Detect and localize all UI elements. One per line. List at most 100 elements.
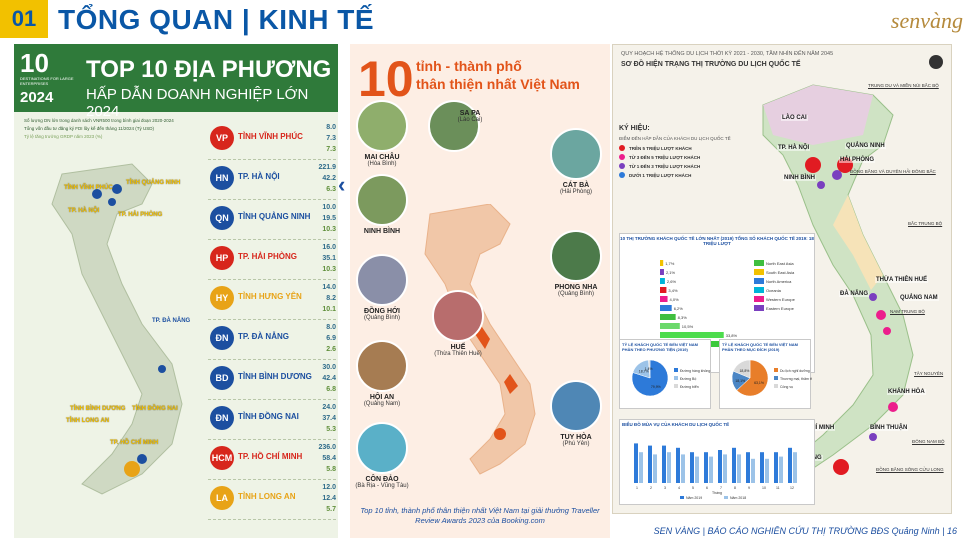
key-subtitle: ĐIỂM ĐẾN HẤP DẪN CỦA KHÁCH DU LỊCH QUỐC … (619, 136, 731, 141)
season-bar (653, 454, 657, 483)
place-card: NINH BÌNH (354, 174, 410, 235)
legend-swatch (754, 269, 764, 275)
chevron-left-icon: ‹ (338, 172, 346, 197)
rank-value: 24.0 (322, 404, 336, 411)
legend-label: Đường biển (680, 385, 699, 389)
map-marker (108, 198, 116, 206)
rank-list: VP TỈNH VĨNH PHÚC 8.0 7.3 7.3 HN TP. HÀ NỘ… (208, 120, 336, 520)
place-card: TUY HÒA (Phú Yên) (548, 380, 604, 447)
month-tick: 8 (734, 486, 736, 490)
key-label: TỪ 3 ĐẾN 5 TRIỆU LƯỢT KHÁCH (629, 154, 701, 160)
map-marker (137, 454, 147, 464)
season-bar (662, 445, 666, 483)
place-photo (432, 290, 484, 342)
legend-label: Western Europe (766, 297, 796, 302)
key-dot-icon (619, 163, 625, 169)
pie-transport: 79,9%18,7%1,4% Đường hàng khôngĐường BộĐư… (631, 359, 710, 397)
rank-value: 236.0 (318, 444, 336, 451)
province-emblem-icon: HCM (210, 446, 234, 470)
legend-label: Đường Bộ (680, 377, 696, 381)
rank-name: TỈNH QUẢNG NINH (238, 212, 311, 221)
rank-name: TP. HÀ NỘI (238, 172, 280, 181)
season-bar (667, 452, 671, 483)
province-emblem-icon: QN (210, 206, 234, 230)
market-bar (660, 323, 680, 329)
place-name: CÔN ĐẢO (365, 476, 399, 483)
mid-title: thân thiện nhất Việt Nam (416, 76, 580, 92)
map-place-label: QUẢNG NINH (845, 143, 886, 149)
place-card: CÔN ĐẢO (Bà Rịa - Vũng Tàu) (354, 422, 410, 489)
map-place-label: KHÁNH HÒA (887, 389, 926, 395)
rank-row: VP TỈNH VĨNH PHÚC 8.0 7.3 7.3 (208, 120, 336, 160)
rank-row: ĐN TỈNH ĐỒNG NAI 24.0 37.4 5.3 (208, 400, 336, 440)
legend-label: Công vụ (780, 385, 793, 389)
key-label: TỪ 1 ĐẾN 3 TRIỆU LƯỢT KHÁCH (629, 163, 701, 169)
season-bar (732, 447, 736, 483)
map-place-label: BÌNH THUẬN (869, 425, 909, 431)
rank-value: 30.0 (322, 364, 336, 371)
badge-year: 2024 (20, 89, 54, 106)
season-bar (690, 452, 694, 483)
season-bar (760, 452, 764, 483)
market-bar-value: 8,3% (678, 315, 688, 320)
rank-value: 12.0 (322, 484, 336, 491)
place-photo (356, 422, 408, 474)
key-row: TRÊN 5 TRIỆU LƯỢT KHÁCH (619, 145, 739, 151)
place-card: MAI CHÂU (Hòa Bình) (354, 100, 410, 167)
legend-line: Số lượng DN lớn trong danh sách VNR500 t… (24, 118, 174, 123)
season-bar (634, 443, 638, 483)
place-photo (356, 340, 408, 392)
map-place-label: QUẢNG NAM (899, 295, 939, 301)
place-card: PHONG NHA (Quảng Bình) (548, 230, 604, 297)
brand-logo: senvàng (890, 8, 963, 33)
pie-slice-label: 1,4% (645, 367, 653, 371)
map-label: TỈNH ĐỒNG NAI (132, 406, 178, 412)
legend-swatch (774, 376, 778, 380)
key-row: DƯỚI 1 TRIỆU LƯỢT KHÁCH (619, 172, 739, 178)
province-emblem-icon: ĐN (210, 326, 234, 350)
rank-value: 7.3 (326, 135, 336, 142)
rank-name: TỈNH HƯNG YÊN (238, 292, 302, 301)
place-name: MAI CHÂU (364, 154, 400, 161)
map-dot (883, 327, 891, 335)
right-title: QUY HOẠCH HỆ THỐNG DU LỊCH THỜI KỲ 2021 … (621, 51, 834, 57)
place-label: SA PA (Lào Cai) (442, 108, 498, 123)
legend-swatch (754, 278, 764, 284)
market-bar-value: 2,1% (666, 270, 676, 275)
rank-value: 35.1 (322, 255, 336, 262)
season-bar (746, 452, 750, 483)
month-tick: 4 (678, 486, 680, 490)
key-label: DƯỚI 1 TRIỆU LƯỢT KHÁCH (629, 172, 692, 178)
market-bar-value: 33,8% (726, 333, 738, 338)
month-tick: 2 (650, 486, 652, 490)
market-bar (660, 269, 664, 275)
region-label: TRUNG DU VÀ MIỀN NÚI BẮC BỘ (868, 83, 939, 88)
legend-label: Eastern Europe (766, 306, 795, 311)
province-emblem-icon: ĐN (210, 406, 234, 430)
footer: SEN VÀNG | BÁO CÁO NGHIÊN CỨU THỊ TRƯỜNG… (653, 526, 957, 536)
map-place-label: THỪA THIÊN HUẾ (875, 277, 929, 283)
rank-name: TỈNH LONG AN (238, 492, 296, 501)
region-label: BẮC TRUNG BỘ (908, 221, 943, 226)
rank-name: TP. HỒ CHÍ MINH (238, 452, 303, 461)
rank-row: BD TỈNH BÌNH DƯƠNG 30.0 42.4 6.8 (208, 360, 336, 400)
pie-slice-label: 63,1% (754, 381, 764, 385)
rank-name: TP. HẢI PHÒNG (238, 252, 297, 261)
chart-title: BIỂU ĐỒ MÙA VỤ CỦA KHÁCH DU LỊCH QUỐC TẾ (622, 422, 730, 427)
legend-swatch (680, 496, 684, 499)
rank-value: 42.4 (322, 375, 336, 382)
region-label: ĐÔNG NAM BỘ (912, 439, 945, 444)
rank-value: 8.0 (326, 124, 336, 131)
map-place-label: HẢI PHÒNG (839, 157, 876, 163)
season-bar (695, 456, 699, 483)
left-title: TOP 10 ĐỊA PHƯƠNG (86, 56, 332, 83)
map-label: TỈNH BÌNH DƯƠNG (70, 406, 126, 412)
market-bar (660, 332, 724, 338)
place-photo (550, 128, 602, 180)
chart-title: TỶ LỆ KHÁCH QUỐC TẾ ĐẾN VIỆT NAM PHÂN TH… (722, 342, 799, 352)
key-dot-icon (619, 172, 625, 178)
place-name: HỘI AN (369, 394, 395, 401)
month-tick: 10 (762, 486, 766, 490)
page-title: TỔNG QUAN | KINH TẾ (58, 4, 374, 35)
rank-value: 14.0 (322, 284, 336, 291)
